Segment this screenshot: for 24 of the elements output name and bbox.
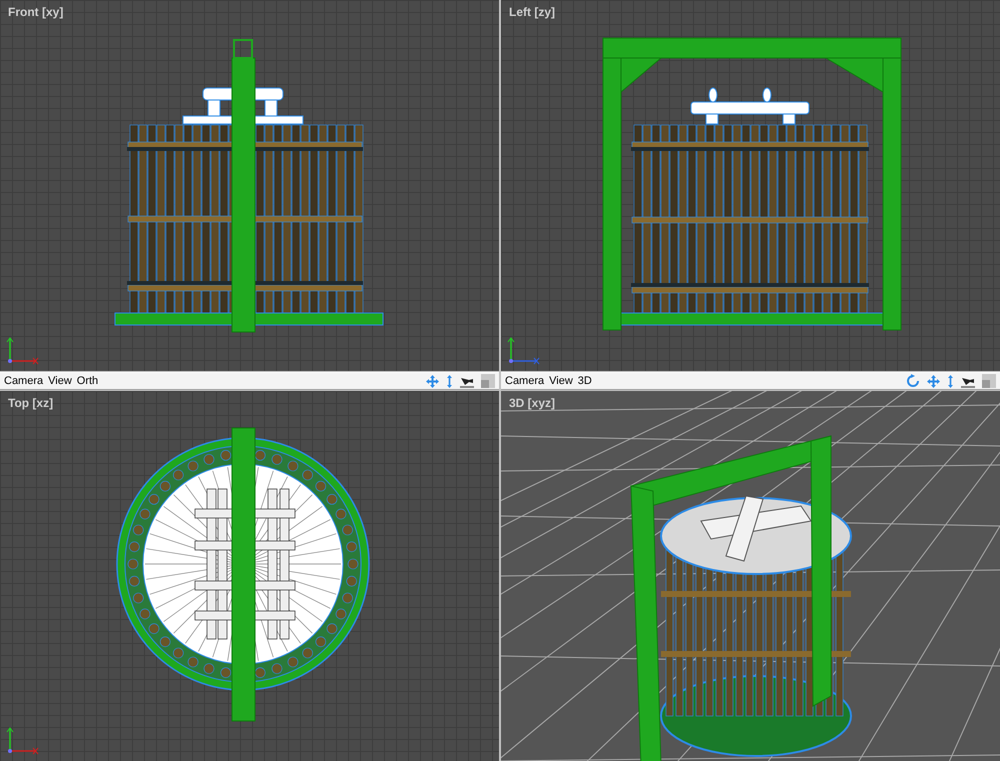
viewport[interactable]: Left [zy] [501, 0, 1000, 371]
rotate-icon[interactable] [906, 374, 920, 388]
toolbar-menu-item[interactable]: Camera [505, 375, 544, 387]
vertical-arrows-icon[interactable] [947, 374, 954, 388]
axis-gizmo-icon [6, 337, 40, 365]
square-icon[interactable] [481, 374, 495, 388]
move-icon[interactable] [426, 374, 439, 388]
viewport-label: Front [xy] [8, 5, 64, 19]
toolbar-menu-item[interactable]: Orth [76, 375, 98, 387]
viewport-label: Left [zy] [509, 5, 555, 19]
toolbar-menu-item[interactable]: Camera [4, 375, 44, 387]
viewport[interactable]: Front [xy] [0, 0, 499, 371]
toolbar-menu-item[interactable]: View [48, 375, 72, 387]
viewport[interactable]: 3D [xyz] [501, 391, 1000, 761]
toolbar-menu-item[interactable]: View [549, 375, 573, 387]
vertical-arrows-icon[interactable] [446, 374, 453, 388]
toolbar-menu-item[interactable]: 3D [578, 375, 592, 387]
square-icon[interactable] [982, 374, 996, 388]
axis-gizmo-icon [6, 727, 40, 755]
viewport-label: Top [xz] [8, 396, 54, 410]
axis-gizmo-icon [507, 337, 541, 365]
viewport-label: 3D [xyz] [509, 396, 556, 410]
move-icon[interactable] [927, 374, 940, 388]
viewport[interactable]: Top [xz] [0, 391, 499, 761]
